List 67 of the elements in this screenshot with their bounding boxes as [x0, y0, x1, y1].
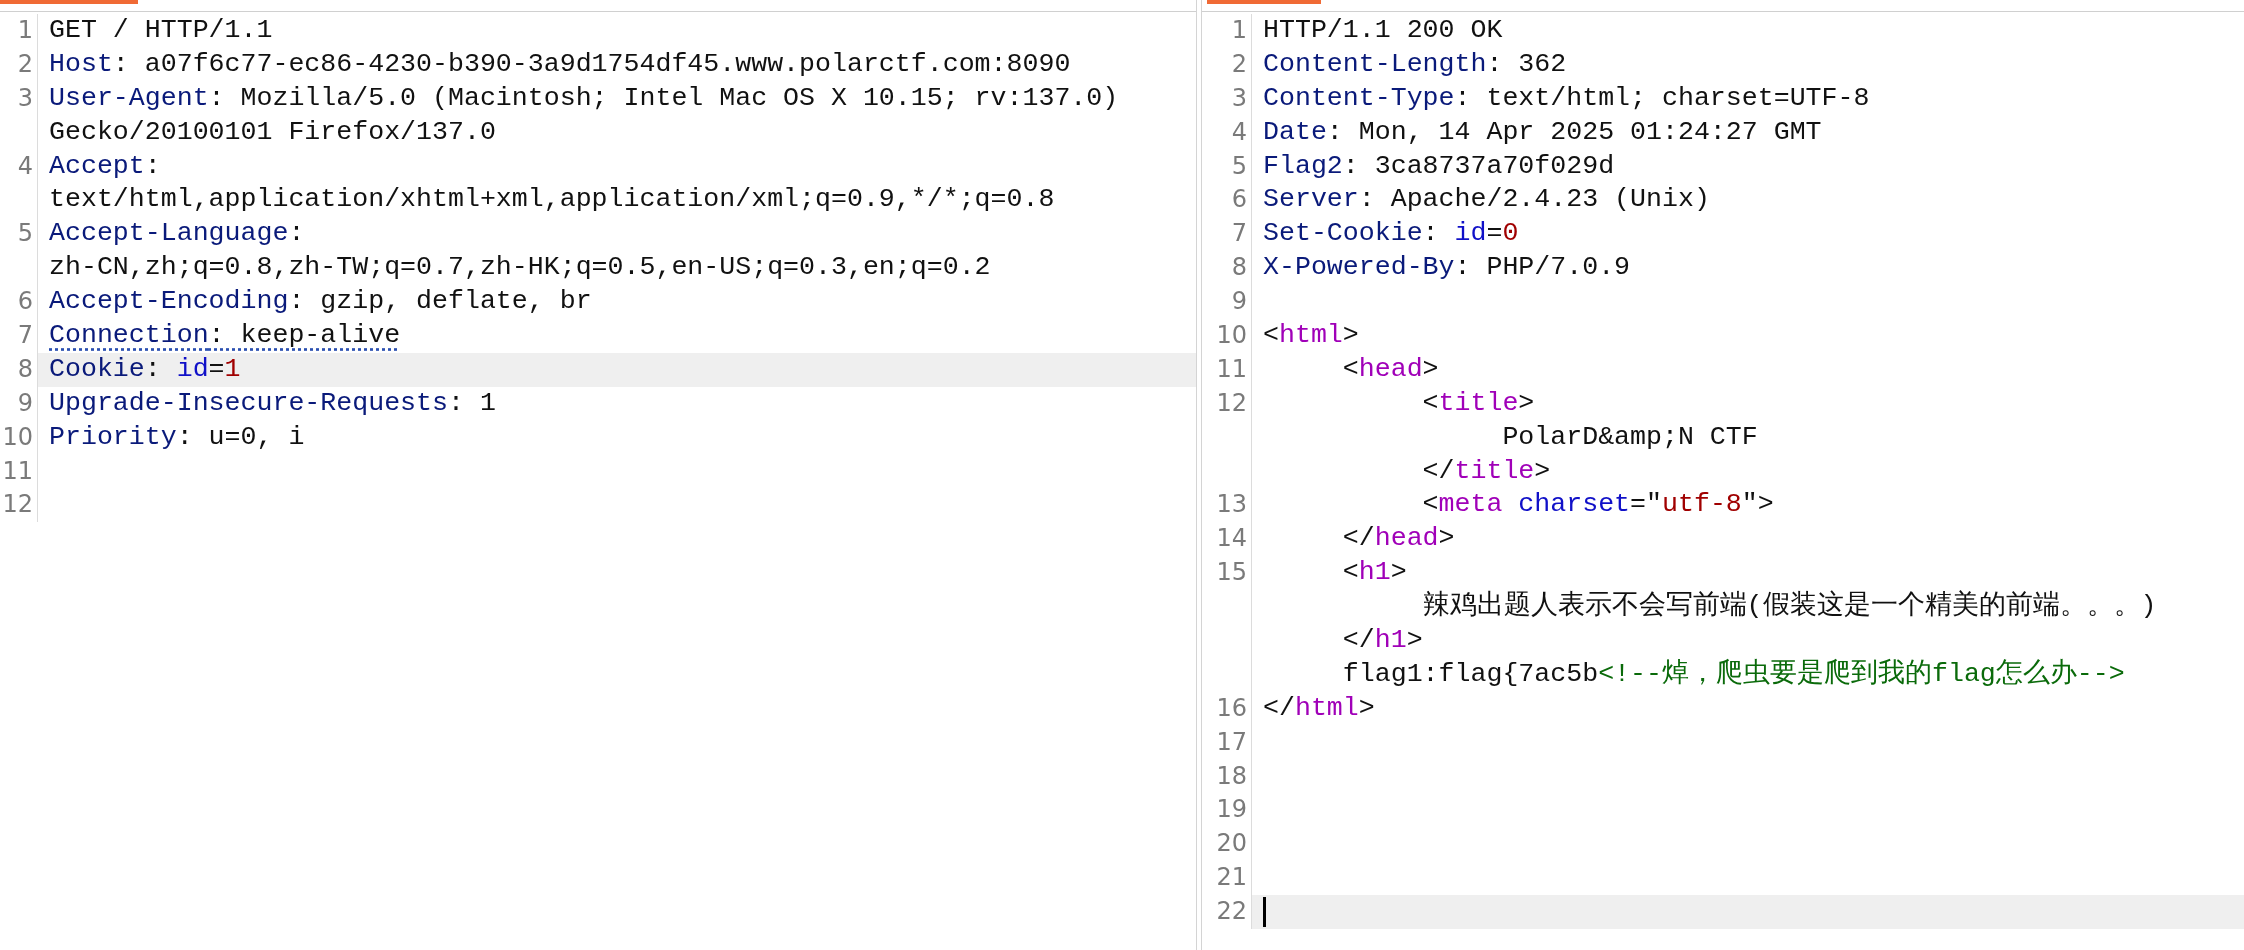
line-number: 9	[17, 387, 33, 419]
line-number: 8	[17, 353, 33, 385]
line-number: 7	[17, 320, 33, 351]
line-number: 3	[17, 82, 33, 114]
code-line: Accept-Encoding: gzip, deflate, br	[49, 285, 592, 319]
code-line: <head>	[1341, 352, 1439, 386]
line-number: 10	[1216, 320, 1247, 351]
code-line: </html>	[1263, 691, 1375, 725]
code-line: Priority: u=0, i	[49, 420, 305, 454]
line-number: 9	[1231, 286, 1247, 318]
code-line: X-Powered-By: PHP/7.0.9	[1263, 251, 1631, 285]
code-line: Date: Mon, 14 Apr 2025 01:24:27 GMT	[1263, 115, 1822, 149]
line-number: 21	[1216, 862, 1247, 894]
code-line: <h1>	[1341, 556, 1407, 590]
code-line: Server: Apache/2.4.23 (Unix)	[1263, 183, 1710, 217]
code-line: Accept-Language:	[49, 217, 305, 251]
line-number: 1	[17, 15, 33, 46]
line-number: 12	[1216, 387, 1247, 419]
line-number: 18	[1216, 760, 1247, 792]
code-line: 辣鸡出题人表示不会写前端(假装这是一个精美的前端。。。)	[1421, 590, 2157, 624]
code-line: <meta charset="utf-8">	[1421, 488, 1774, 522]
code-line: zh-CN,zh;q=0.8,zh-TW;q=0.7,zh-HK;q=0.5,en-US;q=0.3,en;q=0.2	[49, 251, 991, 285]
line-number: 19	[1216, 794, 1247, 826]
code-line: Content-Type: text/html; charset=UTF-8	[1263, 81, 1870, 115]
code-line: flag1:flag{7ac5b<!--焯，爬虫要是爬到我的flag怎么办-->	[1341, 657, 2125, 691]
code-line: </h1>	[1341, 624, 1423, 658]
line-number: 17	[1216, 726, 1247, 758]
code-line: GET / HTTP/1.1	[49, 14, 273, 47]
line-number: 2	[1231, 48, 1247, 80]
line-number: 6	[17, 286, 33, 318]
code-line: Gecko/20100101 Firefox/137.0	[49, 115, 496, 149]
code-line: Host: a07f6c77-ec86-4230-b390-3a9d1754df45.www.polarctf.com:8090	[49, 47, 1071, 81]
line-number: 20	[1216, 828, 1247, 860]
line-number: 4	[1231, 116, 1247, 148]
line-number: 12	[2, 489, 33, 521]
line-number: 13	[1216, 489, 1247, 521]
line-number: 4	[17, 150, 33, 182]
line-number: 10	[2, 421, 33, 453]
line-number: 22	[1216, 896, 1247, 928]
line-number: 6	[1231, 184, 1247, 216]
line-number: 3	[1231, 82, 1247, 114]
line-number: 7	[1231, 218, 1247, 250]
line-number: 5	[1231, 150, 1247, 182]
line-number: 8	[1231, 252, 1247, 284]
code-line: Content-Length: 362	[1263, 47, 1567, 81]
line-number: 11	[1216, 353, 1247, 385]
line-number: 2	[17, 48, 33, 80]
line-number: 15	[1216, 557, 1247, 589]
code-line: User-Agent: Mozilla/5.0 (Macintosh; Intel Mac OS X 10.15; rv:137.0)	[49, 81, 1119, 115]
line-number: 16	[1216, 692, 1247, 724]
line-number: 11	[2, 455, 33, 487]
code-line: Upgrade-Insecure-Requests: 1	[49, 386, 496, 420]
code-line: Accept:	[49, 149, 161, 183]
code-line: text/html,application/xhtml+xml,application/xml;q=0.9,*/*;q=0.8	[49, 183, 1055, 217]
line-number: 1	[1231, 15, 1247, 46]
line-number: 14	[1216, 523, 1247, 555]
code-line: </head>	[1341, 522, 1455, 556]
code-line: <html>	[1263, 319, 1359, 352]
code-line: Set-Cookie: id=0	[1263, 217, 1519, 251]
code-line: Flag2: 3ca8737a70f029d	[1263, 149, 1615, 183]
line-number: 5	[17, 218, 33, 250]
code-line: Connection: keep-alive	[49, 319, 401, 352]
code-line: PolarD&amp;N CTF	[1501, 420, 1758, 454]
code-line: </title>	[1421, 454, 1551, 488]
code-line: HTTP/1.1 200 OK	[1263, 14, 1503, 47]
code-line: Cookie: id=1	[49, 352, 241, 386]
code-line: <title>	[1421, 386, 1535, 420]
